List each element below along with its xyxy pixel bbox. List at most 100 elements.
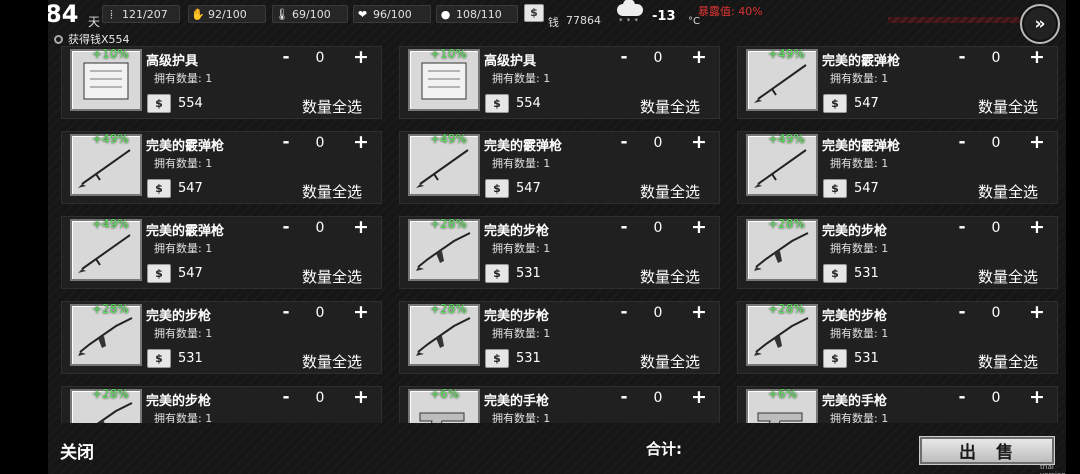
- item-card[interactable]: +10% 高级护具 拥有数量: 1 $554 - 0 + 数量全选: [399, 46, 720, 119]
- item-price: 547: [178, 181, 203, 196]
- decrease-button[interactable]: -: [278, 47, 294, 67]
- select-all-button[interactable]: 数量全选: [640, 266, 700, 287]
- decrease-button[interactable]: -: [278, 132, 294, 152]
- bonus-percent: +49%: [92, 132, 129, 146]
- item-card[interactable]: +49% 完美的霰弹枪 拥有数量: 1 $547 - 0 + 数量全选: [737, 131, 1058, 204]
- bonus-percent: +28%: [768, 302, 805, 316]
- item-card[interactable]: +28%完美的步枪拥有数量: 1$531-0+数量全选: [61, 301, 382, 374]
- owned-count: 拥有数量: 1: [154, 157, 213, 170]
- select-all-button[interactable]: 数量全选: [302, 266, 362, 287]
- decrease-button[interactable]: -: [616, 387, 632, 407]
- stat-hand: ✋ 92/100: [188, 5, 266, 23]
- item-card[interactable]: +6%完美的手枪拥有数量: 1$-0+数量全选: [399, 386, 720, 423]
- decrease-button[interactable]: -: [954, 47, 970, 67]
- bonus-percent: +28%: [430, 302, 467, 316]
- decrease-button[interactable]: -: [616, 132, 632, 152]
- select-all-button[interactable]: 数量全选: [302, 181, 362, 202]
- sell-button[interactable]: 出售: [920, 437, 1054, 464]
- select-all-button[interactable]: 数量全选: [640, 96, 700, 117]
- item-card[interactable]: +49% 完美的霰弹枪 拥有数量: 1 $547 - 0 + 数量全选: [737, 46, 1058, 119]
- select-all-button[interactable]: 数量全选: [302, 96, 362, 117]
- bonus-percent: +28%: [92, 387, 129, 401]
- bonus-percent: +49%: [768, 132, 805, 146]
- close-button[interactable]: 关闭: [60, 438, 94, 463]
- item-price: 554: [516, 96, 541, 111]
- increase-button[interactable]: +: [1028, 131, 1046, 153]
- day-label: 天: [88, 15, 101, 29]
- item-card[interactable]: +28%完美的步枪拥有数量: 1$531-0+数量全选: [737, 301, 1058, 374]
- increase-button[interactable]: +: [352, 216, 370, 238]
- select-all-button[interactable]: 数量全选: [978, 351, 1038, 372]
- quantity-value: 0: [991, 305, 1001, 321]
- item-name: 完美的霰弹枪: [484, 139, 563, 154]
- item-name: 完美的步枪: [484, 309, 550, 324]
- bonus-percent: +28%: [92, 302, 129, 316]
- item-grid[interactable]: +10% 高级护具 拥有数量: 1 $554 - 0 + 数量全选 +10% 高级护具 拥有数量: …: [48, 46, 1066, 423]
- select-all-button[interactable]: 数量全选: [640, 351, 700, 372]
- item-card[interactable]: +10% 高级护具 拥有数量: 1 $554 - 0 + 数量全选: [61, 46, 382, 119]
- price-icon: $: [147, 349, 171, 368]
- increase-button[interactable]: +: [1028, 216, 1046, 238]
- select-all-button[interactable]: 数量全选: [978, 266, 1038, 287]
- item-card[interactable]: +28%完美的步枪拥有数量: 1$531-0+数量全选: [61, 386, 382, 423]
- owned-count: 拥有数量: 1: [830, 157, 889, 170]
- select-all-button[interactable]: 数量全选: [302, 351, 362, 372]
- increase-button[interactable]: +: [690, 301, 708, 323]
- bonus-percent: +28%: [768, 217, 805, 231]
- item-card[interactable]: +28%完美的步枪拥有数量: 1$531-0+数量全选: [737, 216, 1058, 289]
- increase-button[interactable]: +: [690, 216, 708, 238]
- increase-button[interactable]: +: [690, 386, 708, 408]
- quantity-value: 0: [653, 305, 663, 321]
- decrease-button[interactable]: -: [954, 387, 970, 407]
- owned-count: 拥有数量: 1: [154, 72, 213, 85]
- increase-button[interactable]: +: [1028, 386, 1046, 408]
- increase-button[interactable]: +: [1028, 46, 1046, 68]
- price-icon: $: [147, 94, 171, 113]
- bonus-percent: +28%: [430, 217, 467, 231]
- select-all-button[interactable]: 数量全选: [978, 96, 1038, 117]
- item-card[interactable]: +6%完美的手枪拥有数量: 1$-0+数量全选: [737, 386, 1058, 423]
- price-icon: $: [823, 349, 847, 368]
- fast-forward-button[interactable]: »: [1020, 4, 1060, 44]
- decrease-button[interactable]: -: [954, 302, 970, 322]
- decrease-button[interactable]: -: [616, 217, 632, 237]
- item-card[interactable]: +49% 完美的霰弹枪 拥有数量: 1 $547 - 0 + 数量全选: [61, 131, 382, 204]
- increase-button[interactable]: +: [352, 46, 370, 68]
- price-icon: $: [823, 179, 847, 198]
- price-icon: $: [485, 264, 509, 283]
- decrease-button[interactable]: -: [616, 47, 632, 67]
- stomach-icon: ●: [440, 7, 451, 21]
- select-all-button[interactable]: 数量全选: [978, 181, 1038, 202]
- increase-button[interactable]: +: [1028, 301, 1046, 323]
- price-icon: $: [485, 349, 509, 368]
- owned-count: 拥有数量: 1: [154, 327, 213, 340]
- increase-button[interactable]: +: [690, 131, 708, 153]
- increase-button[interactable]: +: [352, 386, 370, 408]
- item-card[interactable]: +28%完美的步枪拥有数量: 1$531-0+数量全选: [399, 216, 720, 289]
- select-all-button[interactable]: 数量全选: [640, 181, 700, 202]
- owned-count: 拥有数量: 1: [492, 327, 551, 340]
- stat-value: 69/100: [292, 7, 331, 21]
- stat-stomach: ● 108/110: [436, 5, 518, 23]
- decrease-button[interactable]: -: [954, 217, 970, 237]
- notification: 获得钱X554: [54, 31, 130, 47]
- increase-button[interactable]: +: [690, 46, 708, 68]
- item-name: 完美的霰弹枪: [822, 139, 901, 154]
- decrease-button[interactable]: -: [278, 217, 294, 237]
- item-card[interactable]: +49% 完美的霰弹枪 拥有数量: 1 $547 - 0 + 数量全选: [399, 131, 720, 204]
- item-card[interactable]: +28%完美的步枪拥有数量: 1$531-0+数量全选: [399, 301, 720, 374]
- increase-button[interactable]: +: [352, 131, 370, 153]
- item-name: 完美的手枪: [484, 394, 550, 409]
- price-icon: $: [147, 264, 171, 283]
- price-icon: $: [485, 179, 509, 198]
- decrease-button[interactable]: -: [278, 302, 294, 322]
- price-icon: $: [823, 94, 847, 113]
- shield-heart-icon: ❤: [357, 7, 368, 21]
- item-card[interactable]: +49% 完美的霰弹枪 拥有数量: 1 $547 - 0 + 数量全选: [61, 216, 382, 289]
- decrease-button[interactable]: -: [954, 132, 970, 152]
- decrease-button[interactable]: -: [616, 302, 632, 322]
- decrease-button[interactable]: -: [278, 387, 294, 407]
- item-name: 完美的霰弹枪: [146, 224, 225, 239]
- quantity-value: 0: [315, 50, 325, 66]
- increase-button[interactable]: +: [352, 301, 370, 323]
